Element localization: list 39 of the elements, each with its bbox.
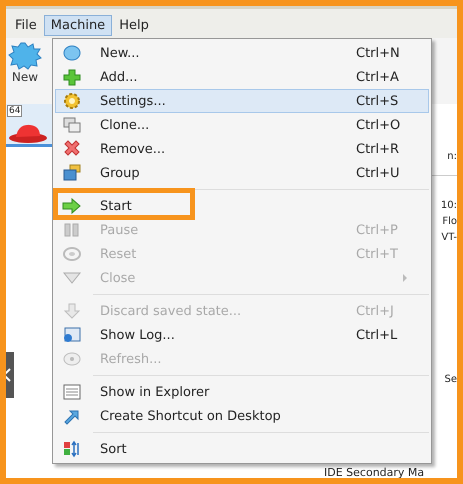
group-icon xyxy=(62,164,82,182)
details-text: VT- xyxy=(441,231,457,245)
arrow-icon xyxy=(62,197,82,215)
cross-icon xyxy=(62,140,82,158)
menu-item[interactable]: Sort xyxy=(55,437,429,461)
menu-title[interactable]: Help xyxy=(112,15,156,36)
menu-title[interactable]: File xyxy=(8,15,44,36)
windows-icon xyxy=(62,116,82,134)
ring-icon xyxy=(62,245,82,263)
menu-item[interactable]: Remove... Ctrl+R xyxy=(55,137,429,161)
menu-title[interactable]: Machine xyxy=(44,15,112,36)
menu-item[interactable]: Add... Ctrl+A xyxy=(55,65,429,89)
os-badge: 64 xyxy=(7,105,22,117)
starburst-icon xyxy=(8,42,42,70)
new-button[interactable]: New xyxy=(6,42,44,84)
eye-icon xyxy=(62,350,82,368)
gear-icon xyxy=(62,92,82,110)
details-text: Se xyxy=(444,373,457,387)
hat-icon xyxy=(8,122,48,144)
menu-item[interactable]: New... Ctrl+N xyxy=(55,41,429,65)
menu-item[interactable]: Clone... Ctrl+O xyxy=(55,113,429,137)
sort-icon xyxy=(62,440,82,458)
log-icon xyxy=(62,326,82,344)
details-text: Flo xyxy=(442,215,457,229)
menu-item[interactable]: Group Ctrl+U xyxy=(55,161,429,185)
circle-icon xyxy=(62,44,82,62)
menu-item[interactable]: Show in Explorer xyxy=(55,380,429,404)
submenu-arrow-icon xyxy=(402,274,408,282)
menu-item[interactable]: Start xyxy=(55,194,429,218)
menu-item[interactable]: Create Shortcut on Desktop xyxy=(55,404,429,428)
arrow-icon xyxy=(62,302,82,320)
details-text: IDE Secondary Ma xyxy=(324,466,424,478)
menu-item[interactable]: Show Log... Ctrl+L xyxy=(55,323,429,347)
vm-list-item[interactable]: 64 xyxy=(6,104,52,147)
details-text: n: xyxy=(447,150,457,164)
menu-item[interactable]: Settings... Ctrl+S xyxy=(55,89,429,113)
plus-icon xyxy=(62,68,82,86)
details-text: 10: xyxy=(440,199,457,213)
list-icon xyxy=(62,383,82,401)
